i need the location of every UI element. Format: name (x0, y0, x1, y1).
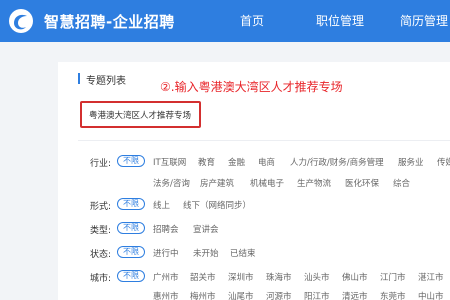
filter-option[interactable]: IT互联网 (153, 156, 186, 168)
filter-option[interactable]: 韶关市 (190, 271, 216, 283)
nav-job-management[interactable]: 职位管理 (316, 12, 364, 29)
filter-option[interactable]: 已结束 (230, 247, 256, 259)
filter-label-type: 类型: (90, 226, 112, 236)
filter-type-any[interactable]: 不限 (117, 222, 145, 234)
instruction-annotation: ②.输入粤港澳大湾区人才推荐专场 (160, 80, 343, 94)
filter-option[interactable]: 进行中 (153, 247, 179, 259)
filter-option[interactable]: 未开始 (193, 247, 219, 259)
filter-label-industry: 行业: (90, 159, 112, 169)
filter-label-status: 状态: (90, 250, 112, 260)
filter-option[interactable]: 法务/咨询 (153, 177, 190, 189)
filter-option[interactable]: 汕头市 (304, 271, 330, 283)
filter-option[interactable]: 医化环保 (345, 177, 379, 189)
filter-option[interactable]: 汕尾市 (228, 290, 254, 300)
nav-home[interactable]: 首页 (240, 12, 264, 29)
filter-option[interactable]: 宣讲会 (193, 223, 219, 235)
filter-option[interactable]: 中山市 (418, 290, 444, 300)
panel-title: 专题列表 (86, 76, 126, 87)
title-accent-bar (78, 73, 80, 84)
filter-option[interactable]: 河源市 (266, 290, 292, 300)
logo-icon (9, 9, 33, 33)
filter-label-city: 城市: (90, 274, 112, 284)
filter-option[interactable]: 清远市 (342, 290, 368, 300)
divider (78, 140, 450, 141)
filter-option[interactable]: 线上 (153, 199, 170, 211)
filter-option[interactable]: 广州市 (153, 271, 179, 283)
filter-option[interactable]: 阳江市 (304, 290, 330, 300)
filter-option[interactable]: 湛江市 (418, 271, 444, 283)
filter-option[interactable]: 服务业 (398, 156, 424, 168)
filter-option[interactable]: 江门市 (380, 271, 406, 283)
nav-resume-management[interactable]: 简历管理 (400, 12, 448, 29)
filter-option[interactable]: 佛山市 (342, 271, 368, 283)
search-input[interactable]: 粤港澳大湾区人才推荐专场 (80, 101, 201, 128)
filter-option[interactable]: 梅州市 (190, 290, 216, 300)
filter-option[interactable]: 电商 (258, 156, 275, 168)
filter-option[interactable]: 传媒 (437, 156, 450, 168)
top-header: 智慧招聘-企业招聘 首页 职位管理 简历管理 (0, 0, 450, 42)
filter-option[interactable]: 招聘会 (153, 223, 179, 235)
filter-status-any[interactable]: 不限 (117, 246, 145, 258)
filter-city-any[interactable]: 不限 (117, 270, 145, 282)
search-input-value: 粤港澳大湾区人才推荐专场 (89, 111, 192, 121)
brand-title: 智慧招聘-企业招聘 (44, 13, 175, 31)
filter-option[interactable]: 东莞市 (380, 290, 406, 300)
filter-option[interactable]: 生产物流 (297, 177, 331, 189)
filter-option[interactable]: 线下（网络同步） (183, 199, 251, 211)
filter-option[interactable]: 珠海市 (266, 271, 292, 283)
filter-option[interactable]: 金融 (228, 156, 245, 168)
filter-option[interactable]: 教育 (198, 156, 215, 168)
filter-option[interactable]: 深圳市 (228, 271, 254, 283)
filter-option[interactable]: 综合 (393, 177, 410, 189)
filter-option[interactable]: 房产建筑 (200, 177, 234, 189)
filter-option[interactable]: 机械电子 (250, 177, 284, 189)
filter-option[interactable]: 人力/行政/财务/商务管理 (290, 156, 384, 168)
filter-label-form: 形式: (90, 202, 112, 212)
filter-form-any[interactable]: 不限 (117, 198, 145, 210)
filter-industry-any[interactable]: 不限 (117, 155, 145, 167)
filter-option[interactable]: 惠州市 (153, 290, 179, 300)
